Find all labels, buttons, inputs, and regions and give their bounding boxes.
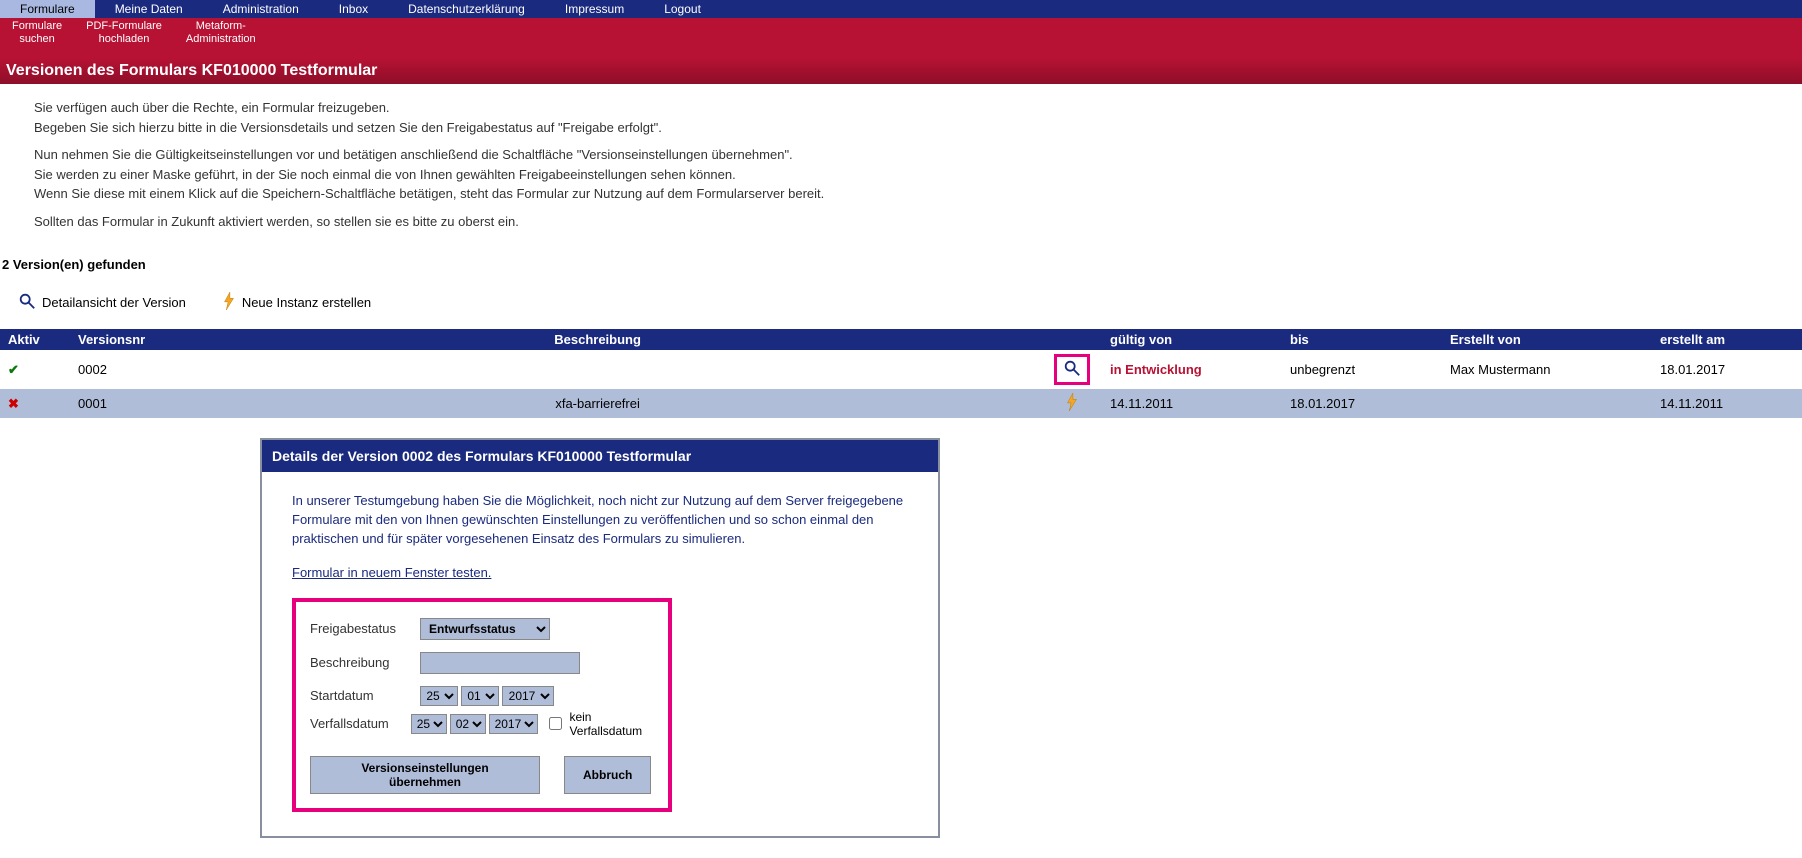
settings-form: Freigabestatus Entwurfsstatus Beschreibu…: [292, 598, 672, 812]
magnifier-icon: [18, 292, 36, 313]
cell-versnr: 0001: [70, 389, 153, 418]
dialog-text: In unserer Testumgebung haben Sie die Mö…: [292, 492, 908, 549]
inactive-x-icon: ✖: [8, 396, 19, 411]
menu-meine-daten[interactable]: Meine Daten: [95, 0, 203, 18]
apply-settings-button[interactable]: Versionseinstellungen übernehmen: [310, 756, 540, 794]
no-verfall-checkbox[interactable]: [549, 717, 562, 730]
cell-bis: 18.01.2017: [1282, 389, 1442, 418]
submenu-pdf-hochladen[interactable]: PDF-Formularehochladen: [74, 18, 174, 48]
freigabe-label: Freigabestatus: [310, 621, 420, 636]
action-bar: Detailansicht der Version Neue Instanz e…: [0, 276, 1802, 329]
action-new-instance-label: Neue Instanz erstellen: [242, 295, 371, 310]
th-bis[interactable]: bis: [1282, 329, 1442, 350]
active-check-icon: ✔: [8, 362, 19, 377]
start-month-select[interactable]: 01: [461, 686, 499, 706]
versions-table: Aktiv Versionsnr Beschreibung gültig von…: [0, 329, 1802, 418]
menu-formulare[interactable]: Formulare: [0, 0, 95, 18]
th-erstellt-von[interactable]: Erstellt von: [1442, 329, 1652, 350]
action-detail-label: Detailansicht der Version: [42, 295, 186, 310]
start-day-select[interactable]: 25: [420, 686, 458, 706]
test-form-link[interactable]: Formular in neuem Fenster testen.: [292, 565, 491, 580]
verfall-day-select[interactable]: 25: [411, 714, 447, 734]
th-versionsnr[interactable]: Versionsnr: [70, 329, 153, 350]
submenu-formulare-suchen[interactable]: Formularesuchen: [0, 18, 74, 48]
submenu-metaform-admin[interactable]: Metaform-Administration: [174, 18, 268, 48]
beschr-input[interactable]: [420, 652, 580, 674]
verfall-label: Verfallsdatum: [310, 716, 411, 731]
verfall-year-select[interactable]: 2017: [489, 714, 538, 734]
action-detail-view[interactable]: Detailansicht der Version: [18, 292, 186, 313]
cell-erst-von: [1442, 389, 1652, 418]
start-year-select[interactable]: 2017: [502, 686, 554, 706]
cell-erst-am: 18.01.2017: [1652, 350, 1802, 389]
result-count: 2 Version(en) gefunden: [0, 253, 1802, 276]
th-erstellt-am[interactable]: erstellt am: [1652, 329, 1802, 350]
freigabe-select[interactable]: Entwurfsstatus: [420, 618, 550, 640]
th-beschreibung[interactable]: Beschreibung: [153, 329, 1042, 350]
th-gueltig-von[interactable]: gültig von: [1102, 329, 1282, 350]
version-details-dialog: Details der Version 0002 des Formulars K…: [260, 438, 940, 838]
page-title: Versionen des Formulars KF010000 Testfor…: [0, 58, 1802, 84]
main-menu: Formulare Meine Daten Administration Inb…: [0, 0, 1802, 18]
menu-administration[interactable]: Administration: [203, 0, 319, 18]
table-row[interactable]: ✔ 0002 in Entwicklung unbegrenzt Max Mus…: [0, 350, 1802, 389]
no-verfall-label: kein Verfallsdatum: [569, 710, 654, 738]
cell-beschr: xfa-barrierefrei: [153, 389, 1042, 418]
action-new-instance[interactable]: Neue Instanz erstellen: [222, 292, 371, 313]
cell-bis: unbegrenzt: [1282, 350, 1442, 389]
beschr-label: Beschreibung: [310, 655, 420, 670]
menu-inbox[interactable]: Inbox: [319, 0, 388, 18]
cell-versnr: 0002: [70, 350, 153, 389]
intro-text: Sie verfügen auch über die Rechte, ein F…: [0, 84, 1802, 253]
cell-erst-von: Max Mustermann: [1442, 350, 1652, 389]
start-label: Startdatum: [310, 688, 420, 703]
row-detail-button[interactable]: [1054, 354, 1090, 385]
cell-gueltig: in Entwicklung: [1110, 362, 1202, 377]
sub-menu: Formularesuchen PDF-Formularehochladen M…: [0, 18, 1802, 48]
dialog-title: Details der Version 0002 des Formulars K…: [262, 440, 938, 472]
menu-impressum[interactable]: Impressum: [545, 0, 644, 18]
row-new-instance-button[interactable]: [1065, 399, 1079, 414]
th-aktiv[interactable]: Aktiv: [0, 329, 70, 350]
verfall-month-select[interactable]: 02: [450, 714, 486, 734]
cancel-button[interactable]: Abbruch: [564, 756, 651, 794]
red-divider: [0, 48, 1802, 58]
lightning-icon: [222, 292, 236, 313]
cell-erst-am: 14.11.2011: [1652, 389, 1802, 418]
cell-beschr: [153, 350, 1042, 389]
table-row[interactable]: ✖ 0001 xfa-barrierefrei 14.11.2011 18.01…: [0, 389, 1802, 418]
menu-logout[interactable]: Logout: [644, 0, 721, 18]
cell-gueltig: 14.11.2011: [1102, 389, 1282, 418]
menu-datenschutz[interactable]: Datenschutzerklärung: [388, 0, 545, 18]
